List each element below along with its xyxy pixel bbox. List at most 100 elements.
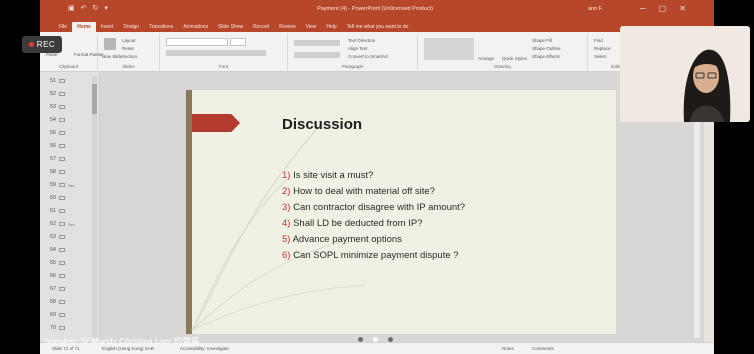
reset-button[interactable]: Reset <box>122 46 134 51</box>
slide-thumbnail-row[interactable]: 64 <box>44 245 68 255</box>
slide-thumb-icon <box>59 118 65 122</box>
tab-review[interactable]: Review <box>274 22 300 32</box>
recording-badge[interactable]: REC <box>22 36 62 53</box>
ribbon-tabs: File Home Insert Design Transitions Anim… <box>40 20 714 32</box>
slide-number: 51 <box>49 78 56 84</box>
slide-thumbnail-row[interactable]: 56 <box>44 141 68 151</box>
align-text-button[interactable]: Align Text <box>348 46 367 51</box>
item-number: 1) <box>282 170 291 181</box>
convert-smartart-button[interactable]: Convert to SmartArt <box>348 54 388 59</box>
slide-thumbnail-row[interactable]: 68 <box>44 297 68 307</box>
comments-button[interactable]: Comments <box>532 346 554 351</box>
tab-record[interactable]: Record <box>248 22 274 32</box>
shape-effects-button[interactable]: Shape Effects <box>532 54 560 59</box>
font-size-select[interactable] <box>230 38 246 46</box>
slide-thumbnail-row[interactable]: 53 <box>44 102 68 112</box>
slide-thumbnail-row[interactable]: 52 <box>44 89 68 99</box>
slide-number: 60 <box>49 195 56 201</box>
slide-number: 68 <box>49 299 56 305</box>
slide-thumb-icon <box>59 170 65 174</box>
shapes-gallery[interactable] <box>424 38 474 60</box>
webcam-video[interactable] <box>620 26 750 122</box>
slide-thumbnail-row[interactable]: 65 <box>44 258 68 268</box>
slide-thumbnail-row[interactable]: 54 <box>44 115 68 125</box>
find-button[interactable]: Find <box>594 38 603 43</box>
slide-thumbnail-row[interactable]: 57 <box>44 154 68 164</box>
font-name-select[interactable] <box>166 38 228 46</box>
save-icon[interactable]: ▣ <box>68 5 75 13</box>
slide-bullet-list[interactable]: 1) Is site visit a must? 2) How to deal … <box>282 168 465 264</box>
powerpoint-window: ▣ ↶ ↻ ▾ Payment (4) - PowerPoint (Unlice… <box>40 0 714 354</box>
slide-thumb-icon <box>59 274 65 278</box>
slide-thumbnail-row[interactable]: 60 <box>44 193 68 203</box>
slide-thumb-icon <box>59 196 65 200</box>
slide-thumbnail-row[interactable]: 66 <box>44 271 68 281</box>
font-format-icons[interactable] <box>166 50 266 56</box>
slide-thumbnail-row[interactable]: 63 <box>44 232 68 242</box>
slide-number: 64 <box>49 247 56 253</box>
slide-thumb-icon <box>59 144 65 148</box>
tab-file[interactable]: File <box>54 22 72 32</box>
slide-title[interactable]: Discussion <box>282 116 362 133</box>
shape-outline-button[interactable]: Shape Outline <box>532 46 561 51</box>
pager-dots[interactable] <box>358 337 393 342</box>
pager-dot[interactable] <box>358 337 363 342</box>
redo-icon[interactable]: ↻ <box>93 5 99 13</box>
maximize-button[interactable]: ▢ <box>659 4 667 14</box>
minimize-button[interactable]: ─ <box>640 4 646 14</box>
slide-thumbnail-row[interactable]: 61 <box>44 206 68 216</box>
tab-transitions[interactable]: Transitions <box>144 22 178 32</box>
align-icons[interactable] <box>294 52 340 58</box>
slide-thumbnail-row[interactable]: 51 <box>44 76 68 86</box>
customize-icon[interactable]: ▾ <box>104 5 108 13</box>
notes-button[interactable]: Notes <box>502 346 514 351</box>
slide-number: 54 <box>49 117 56 123</box>
thumbnail-scrollbar[interactable] <box>92 76 97 338</box>
slide-number: 56 <box>49 143 56 149</box>
tab-insert[interactable]: Insert <box>96 22 119 32</box>
shape-fill-button[interactable]: Shape Fill <box>532 38 552 43</box>
new-slide-button[interactable]: New Slide <box>102 54 122 59</box>
current-slide[interactable]: Discussion 1) Is site visit a must? 2) H… <box>186 90 616 334</box>
slide-thumbnail-row[interactable]: 55 <box>44 128 68 138</box>
tab-home[interactable]: Home <box>72 22 96 32</box>
section-button[interactable]: Section <box>122 54 137 59</box>
slide-thumb-icon <box>59 235 65 239</box>
slide-thumbnail-row[interactable]: 70 <box>44 323 68 333</box>
tab-animations[interactable]: Animations <box>178 22 213 32</box>
slide-thumb-icon <box>59 261 65 265</box>
window-controls: ─ ▢ ✕ <box>640 4 686 14</box>
slide-thumb-icon <box>59 222 65 226</box>
quick-styles-button[interactable]: Quick Styles <box>502 56 527 61</box>
arrange-button[interactable]: Arrange <box>478 56 494 61</box>
account-name[interactable]: ann F <box>588 6 602 12</box>
slide-thumbnail-row[interactable]: 62 Sec <box>44 219 75 229</box>
list-item: 5) Advance payment options <box>282 232 465 248</box>
list-format-icons[interactable] <box>294 40 340 46</box>
close-button[interactable]: ✕ <box>679 4 686 14</box>
tab-design[interactable]: Design <box>118 22 144 32</box>
slide-thumbnail-row[interactable]: 69 <box>44 310 68 320</box>
select-button[interactable]: Select <box>594 54 607 59</box>
tab-slide-show[interactable]: Slide Show <box>213 22 248 32</box>
slide-thumbnail-row[interactable]: 67 <box>44 284 68 294</box>
slide-thumbnail-row[interactable]: 58 <box>44 167 68 177</box>
layout-button[interactable]: Layout <box>122 38 136 43</box>
slide-thumb-icon <box>59 92 65 96</box>
pager-dot-active[interactable] <box>373 337 378 342</box>
ribbon: Format Painter Paste Clipboard New Slide… <box>40 32 714 72</box>
slide-thumb-icon <box>59 131 65 135</box>
replace-button[interactable]: Replace <box>594 46 611 51</box>
rec-label: REC <box>36 40 56 49</box>
tab-view[interactable]: View <box>301 22 322 32</box>
tell-me-search[interactable]: Tell me what you want to do <box>342 22 414 32</box>
slide-thumbnail-row[interactable]: 59 Sec <box>44 180 75 190</box>
slide-number: 63 <box>49 234 56 240</box>
record-dot-icon <box>28 42 34 47</box>
scrollbar-thumb[interactable] <box>92 84 97 114</box>
pager-dot[interactable] <box>388 337 393 342</box>
slide-thumb-icon <box>59 248 65 252</box>
tab-help[interactable]: Help <box>321 22 341 32</box>
text-direction-button[interactable]: Text Direction <box>348 38 375 43</box>
undo-icon[interactable]: ↶ <box>81 5 87 13</box>
